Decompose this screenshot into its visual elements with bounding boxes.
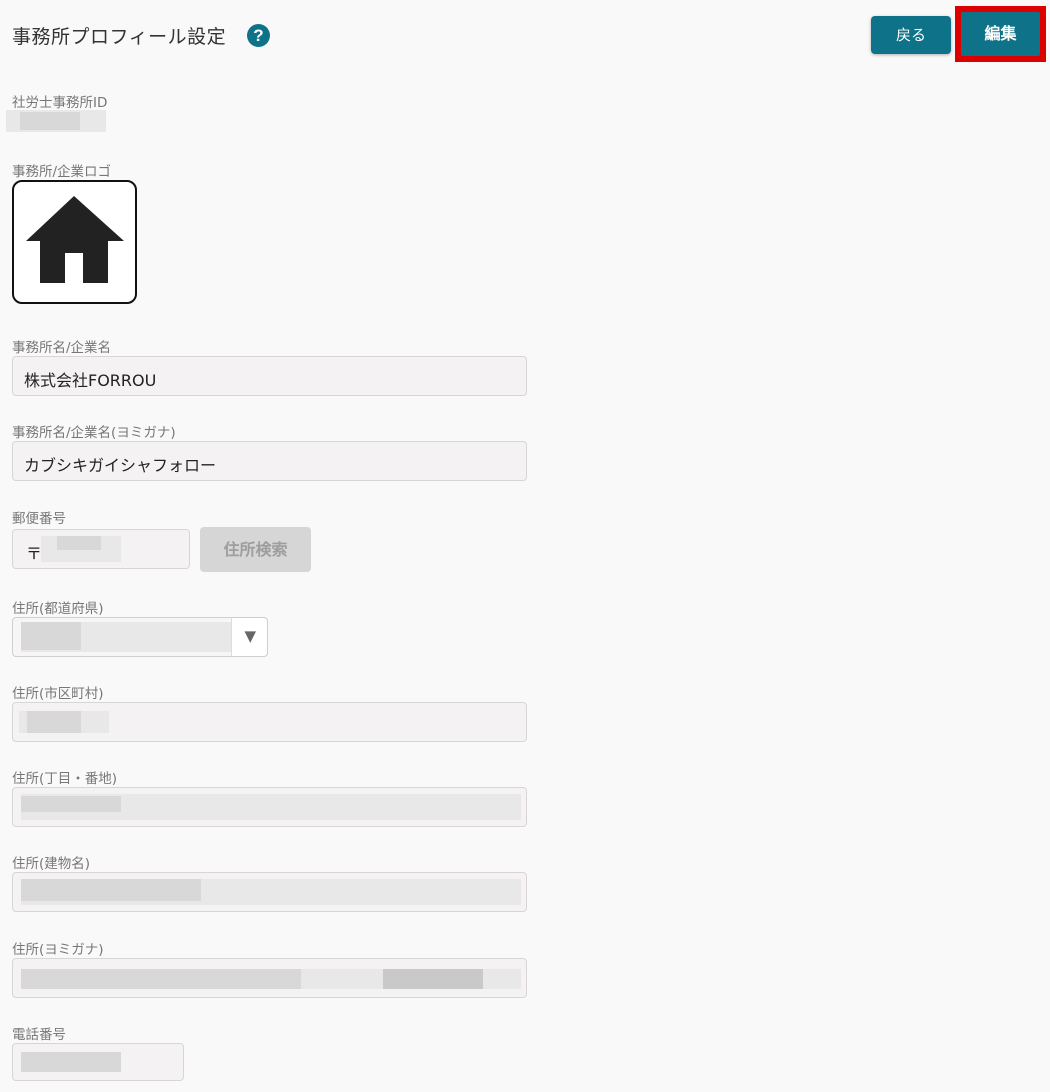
office-name-label: 事務所名/企業名: [12, 340, 112, 356]
office-kana-label: 事務所名/企業名(ヨミガナ): [12, 425, 176, 441]
logo-label: 事務所/企業ロゴ: [12, 164, 112, 180]
address-search-button[interactable]: 住所検索: [200, 527, 311, 572]
home-icon: [26, 196, 124, 283]
address-kana-label: 住所(ヨミガナ): [12, 942, 104, 958]
prefecture-dropdown-toggle[interactable]: ▼: [231, 618, 267, 656]
page-title: 事務所プロフィール設定: [12, 26, 227, 48]
street-field[interactable]: [12, 787, 527, 827]
office-kana-value: カブシキガイシャフォロー: [24, 456, 217, 475]
prefecture-select[interactable]: ▼: [12, 617, 268, 657]
office-name-field[interactable]: 株式会社FORROU: [12, 356, 527, 396]
postal-label: 郵便番号: [12, 511, 66, 527]
phone-label: 電話番号: [12, 1027, 66, 1043]
postal-field[interactable]: 〒: [12, 529, 190, 569]
edit-button[interactable]: 編集: [961, 12, 1040, 56]
building-label: 住所(建物名): [12, 856, 91, 872]
postal-prefix: 〒: [26, 544, 43, 563]
office-name-value: 株式会社FORROU: [24, 371, 157, 390]
logo-image: [12, 180, 137, 304]
phone-field[interactable]: [12, 1043, 184, 1081]
building-field[interactable]: [12, 872, 527, 912]
street-label: 住所(丁目・番地): [12, 771, 118, 787]
office-id-label: 社労士事務所ID: [12, 95, 108, 111]
prefecture-label: 住所(都道府県): [12, 601, 104, 617]
address-kana-field[interactable]: [12, 958, 527, 998]
back-button[interactable]: 戻る: [871, 16, 951, 54]
help-icon[interactable]: ?: [247, 24, 270, 47]
chevron-down-icon: ▼: [244, 627, 256, 645]
city-field[interactable]: [12, 702, 527, 742]
edit-button-highlight: 編集: [955, 6, 1046, 62]
office-kana-field[interactable]: カブシキガイシャフォロー: [12, 441, 527, 481]
city-label: 住所(市区町村): [12, 686, 104, 702]
